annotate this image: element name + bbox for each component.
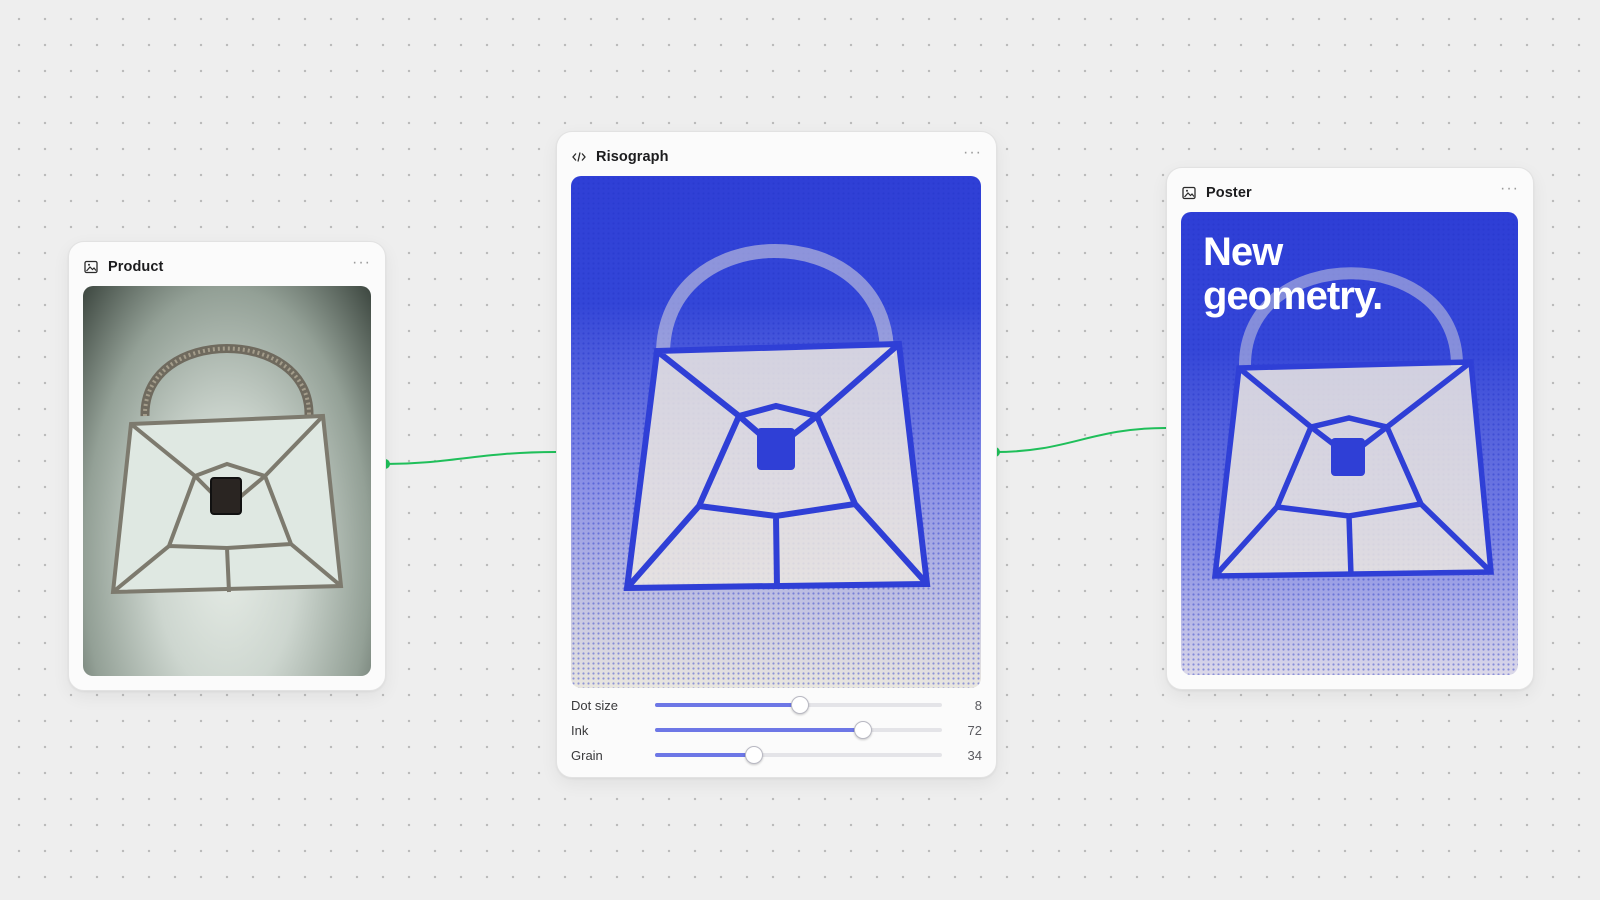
handbag-illustration — [110, 344, 344, 595]
poster-headline: New geometry. — [1203, 230, 1383, 318]
poster-node[interactable]: Poster ··· New geometry. — [1166, 167, 1534, 690]
code-icon — [571, 149, 587, 165]
slider-ink[interactable]: Ink 72 — [571, 721, 982, 739]
product-image — [83, 286, 371, 676]
product-node-header[interactable]: Product ··· — [83, 254, 371, 278]
slider-fill — [655, 728, 862, 732]
more-options-button[interactable]: ··· — [1500, 180, 1519, 198]
slider-value: 72 — [967, 722, 982, 738]
risograph-preview-image — [571, 176, 981, 688]
connector-risograph-to-poster — [994, 427, 1167, 453]
risograph-node-header[interactable]: Risograph ··· — [571, 144, 982, 168]
slider-grain[interactable]: Grain 34 — [571, 746, 982, 764]
halftone-handbag — [571, 176, 981, 688]
poster-node-header[interactable]: Poster ··· — [1181, 180, 1519, 204]
more-options-button[interactable]: ··· — [352, 254, 371, 272]
image-icon — [1181, 185, 1197, 201]
image-icon — [83, 259, 99, 275]
slider-value: 34 — [967, 747, 982, 763]
more-options-button[interactable]: ··· — [963, 144, 982, 162]
slider-track[interactable] — [655, 721, 942, 739]
slider-fill — [655, 753, 753, 757]
poster-headline-line-2: geometry. — [1203, 274, 1383, 318]
slider-value: 8 — [974, 697, 982, 713]
slider-dot-size[interactable]: Dot size 8 — [571, 696, 982, 714]
node-title: Risograph — [596, 149, 669, 165]
product-node[interactable]: Product ··· — [68, 241, 386, 691]
slider-track[interactable] — [655, 746, 942, 764]
poster-headline-line-1: New — [1203, 230, 1283, 274]
slider-thumb[interactable] — [790, 696, 809, 714]
slider-track[interactable] — [655, 696, 942, 714]
slider-fill — [655, 703, 799, 707]
node-title: Poster — [1206, 185, 1252, 201]
poster-preview-image: New geometry. — [1181, 212, 1518, 675]
slider-thumb[interactable] — [853, 721, 872, 739]
connector-product-to-risograph — [384, 451, 557, 465]
slider-label: Grain — [571, 747, 603, 763]
slider-label: Ink — [571, 722, 589, 738]
risograph-node[interactable]: Risograph ··· Dot size 8 Ink 72 Grain 34 — [556, 131, 997, 778]
node-title: Product — [108, 259, 164, 275]
slider-label: Dot size — [571, 697, 618, 713]
slider-thumb[interactable] — [744, 746, 763, 764]
